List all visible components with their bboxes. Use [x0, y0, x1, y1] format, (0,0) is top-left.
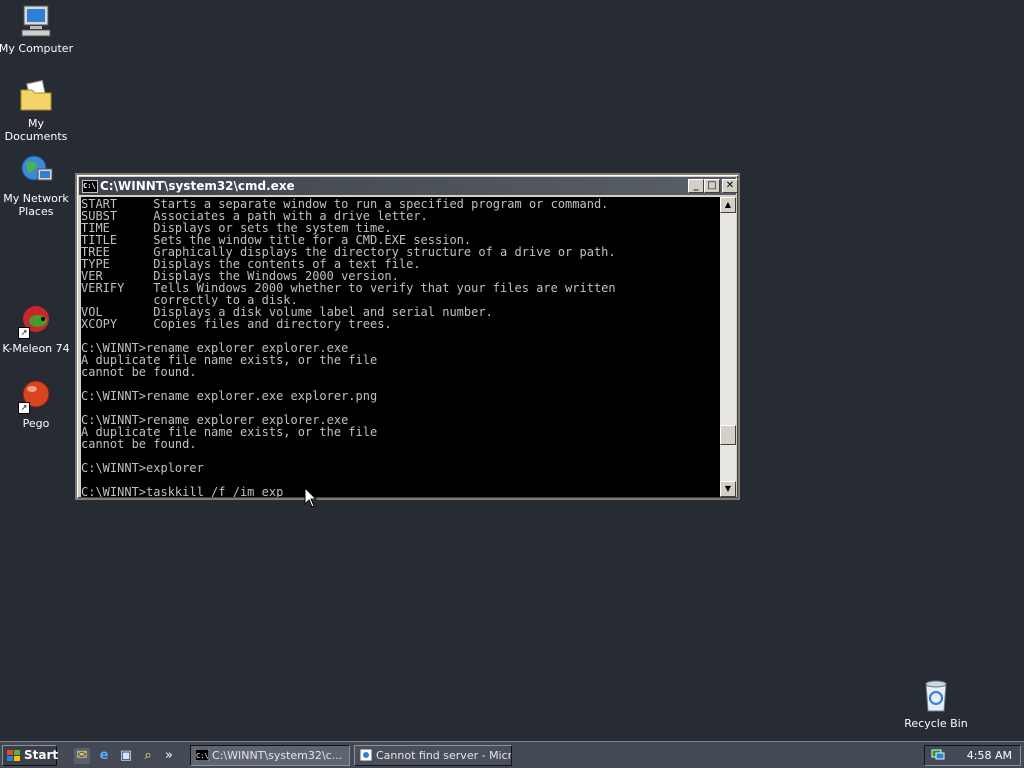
outlook-express-icon[interactable]: ✉: [74, 748, 90, 764]
show-desktop-icon[interactable]: ▣: [118, 748, 134, 764]
pego-icon: ↗: [18, 378, 54, 414]
folder-documents-icon: [18, 78, 54, 114]
desktop-icon-my-network-places[interactable]: My Network Places: [0, 153, 74, 218]
recycle-bin-icon: [918, 678, 954, 714]
shortcut-arrow-icon: ↗: [18, 327, 30, 339]
scroll-thumb[interactable]: [720, 425, 736, 445]
my-computer-icon: [18, 3, 54, 39]
console-text: START Starts a separate window to run a …: [81, 197, 616, 497]
internet-explorer-icon[interactable]: e: [96, 748, 112, 764]
scroll-up-button[interactable]: ▲: [720, 197, 736, 213]
browser-page-icon: [359, 749, 373, 761]
cmd-icon: C:\: [195, 749, 209, 761]
taskbar-button-browser[interactable]: Cannot find server - Micr...: [354, 745, 512, 766]
windows-flag-icon: [7, 750, 20, 761]
start-label: Start: [24, 748, 59, 762]
desktop-icon-k-meleon[interactable]: ↗ K-Meleon 74: [0, 303, 74, 355]
taskbar: Start ✉ e ▣ ⌕ » C:\ C:\WINNT\system32\c.…: [0, 741, 1024, 768]
maximize-button[interactable]: □: [704, 179, 720, 193]
taskbar-button-label: C:\WINNT\system32\c...: [212, 749, 343, 762]
network-connection-icon[interactable]: [931, 749, 945, 761]
network-globe-icon: [18, 153, 54, 189]
search-icon[interactable]: ⌕: [140, 748, 156, 764]
desktop-icon-my-documents[interactable]: My Documents: [0, 78, 74, 143]
clock[interactable]: 4:58 AM: [967, 746, 1012, 765]
desktop-icon-pego[interactable]: ↗ Pego: [0, 378, 74, 430]
taskbar-button-cmd[interactable]: C:\ C:\WINNT\system32\c...: [190, 745, 350, 766]
vertical-scrollbar[interactable]: ▲ ▼: [720, 197, 736, 497]
desktop-icon-label: My Network Places: [3, 192, 69, 218]
desktop-icon-label: My Computer: [0, 42, 74, 55]
start-button[interactable]: Start: [2, 745, 59, 766]
quick-launch-overflow-icon[interactable]: »: [164, 748, 174, 764]
cmd-system-icon[interactable]: C:\: [82, 180, 98, 193]
console-output[interactable]: START Starts a separate window to run a …: [81, 197, 720, 497]
k-meleon-icon: ↗: [18, 303, 54, 339]
system-tray: 4:58 AM: [924, 745, 1021, 766]
desktop-icon-label: Recycle Bin: [904, 717, 968, 730]
shortcut-arrow-icon: ↗: [18, 402, 30, 414]
desktop-icon-my-computer[interactable]: My Computer: [0, 3, 74, 55]
window-titlebar[interactable]: C:\ C:\WINNT\system32\cmd.exe _ □ ✕: [79, 177, 738, 195]
desktop-icon-label: K-Meleon 74: [2, 342, 70, 355]
mouse-cursor-icon: [304, 487, 318, 508]
taskbar-button-label: Cannot find server - Micr...: [376, 749, 512, 762]
scroll-down-button[interactable]: ▼: [720, 481, 736, 497]
cmd-window[interactable]: C:\ C:\WINNT\system32\cmd.exe _ □ ✕ STAR…: [75, 173, 740, 500]
close-button[interactable]: ✕: [722, 179, 738, 193]
desktop-icon-label: My Documents: [4, 117, 68, 143]
desktop-icon-label: Pego: [22, 417, 50, 430]
svg-text:C:\: C:\: [196, 752, 209, 760]
desktop-icon-recycle-bin[interactable]: Recycle Bin: [898, 678, 974, 730]
minimize-button[interactable]: _: [688, 179, 704, 193]
window-title: C:\WINNT\system32\cmd.exe: [100, 179, 295, 193]
